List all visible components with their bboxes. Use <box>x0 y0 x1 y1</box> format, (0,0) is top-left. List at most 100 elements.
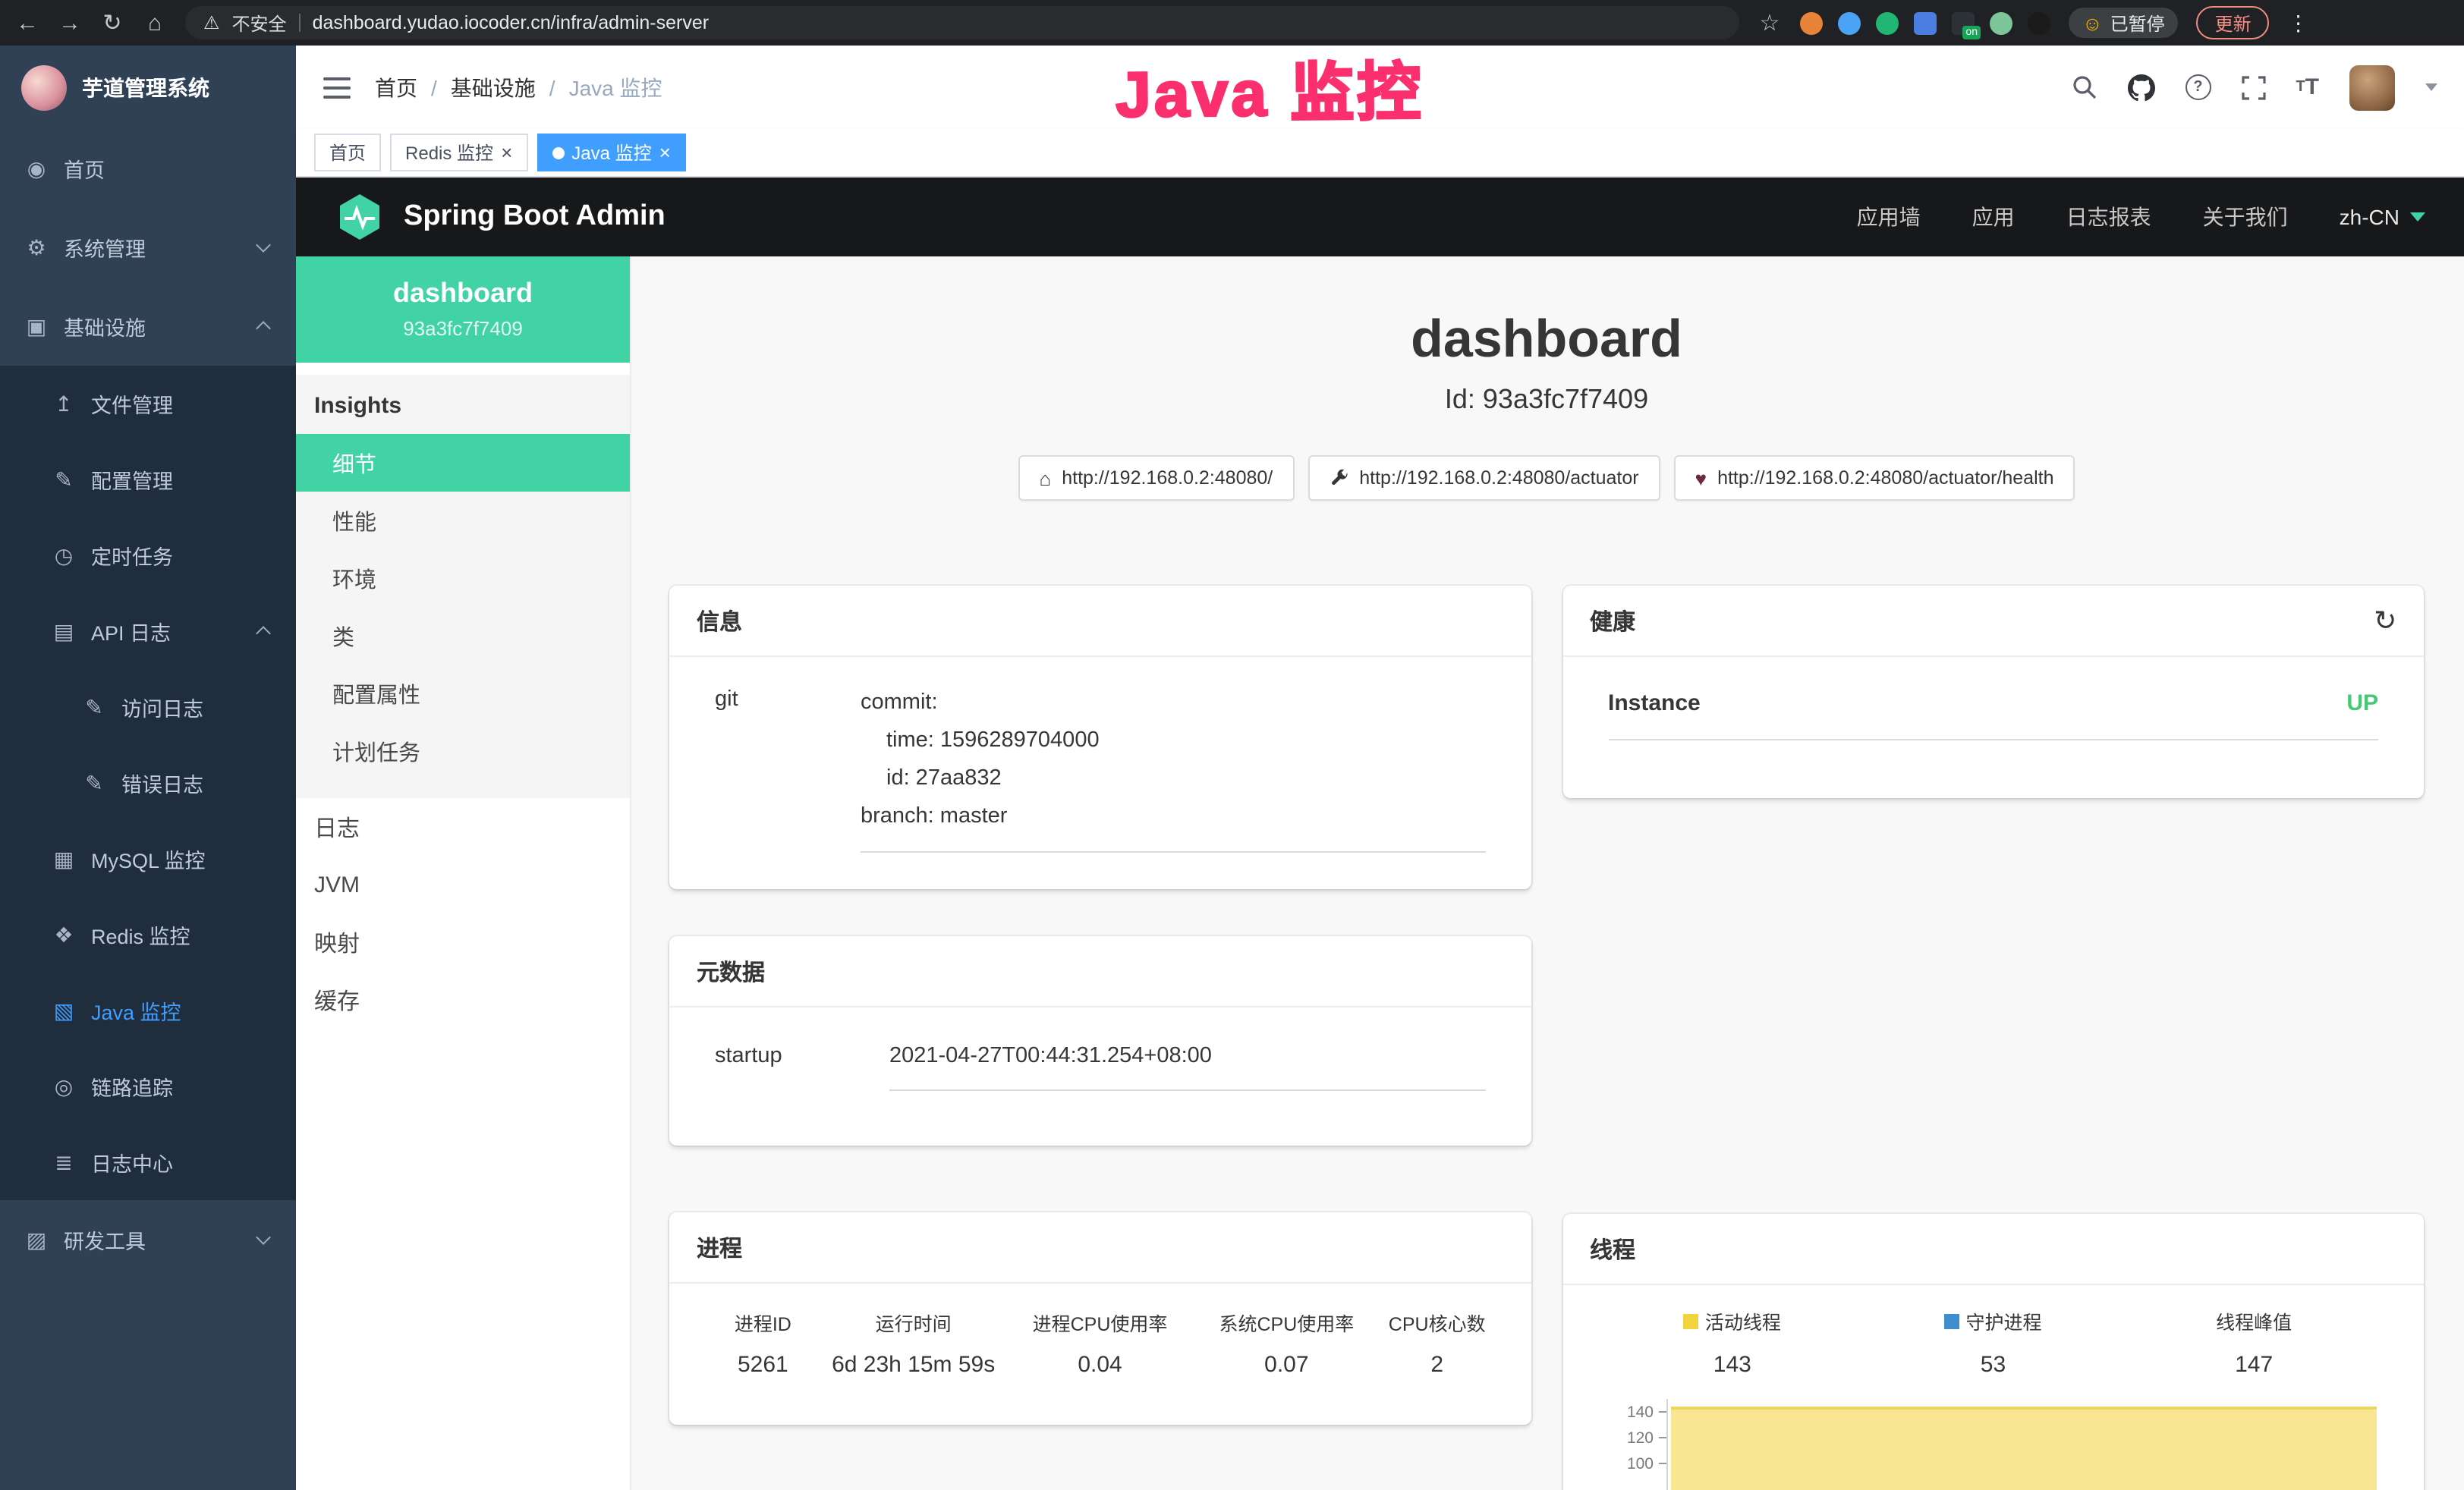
extension-icon[interactable] <box>1838 11 1861 34</box>
sba-nav-about[interactable]: 关于我们 <box>2203 202 2288 232</box>
sidebar-item-home[interactable]: ◉ 首页 <box>0 129 296 208</box>
breadcrumb-infra[interactable]: 基础设施 <box>451 72 536 102</box>
user-avatar[interactable] <box>2349 64 2395 110</box>
sba-menu-logs[interactable]: 日志 <box>296 798 630 856</box>
database-icon: ▦ <box>52 846 76 872</box>
annotation-java-monitor: Java 监控 <box>1115 41 1424 137</box>
close-icon[interactable]: × <box>501 143 512 162</box>
uptime-value: 6d 23h 15m 59s <box>829 1352 998 1378</box>
history-icon[interactable]: ↺ <box>2374 605 2396 637</box>
sba-menu-mappings[interactable]: 映射 <box>296 913 630 971</box>
close-icon[interactable]: × <box>659 143 671 162</box>
threads-card-title: 线程 <box>1590 1233 1635 1265</box>
live-threads-legend-icon <box>1684 1313 1699 1328</box>
health-url-button[interactable]: ♥ http://192.168.0.2:48080/actuator/heal… <box>1674 455 2075 501</box>
extension-icon[interactable]: on <box>1952 11 1975 34</box>
sba-menu-caches[interactable]: 缓存 <box>296 971 630 1029</box>
sidebar-item-access-log[interactable]: ✎ 访问日志 <box>0 669 296 745</box>
health-instance-label: Instance <box>1608 690 1701 716</box>
extension-icon[interactable] <box>1990 11 2012 34</box>
forward-icon[interactable]: → <box>58 10 82 36</box>
tab-redis[interactable]: Redis 监控 × <box>390 134 527 171</box>
sidebar-item-job[interactable]: ◷ 定时任务 <box>0 517 296 593</box>
sidebar-item-config[interactable]: ✎ 配置管理 <box>0 442 296 517</box>
sidebar-item-label: 首页 <box>64 153 105 184</box>
metadata-card: 元数据 startup 2021-04-27T00:44:31.254+08:0… <box>669 936 1531 1146</box>
sba-menu-details[interactable]: 细节 <box>296 434 630 492</box>
search-icon[interactable] <box>2071 74 2097 100</box>
reload-icon[interactable]: ↻ <box>100 9 124 36</box>
address-bar[interactable]: ⚠ 不安全 dashboard.yudao.iocoder.cn/infra/a… <box>185 6 1739 39</box>
process-col-header: CPU核心数 <box>1383 1308 1491 1337</box>
extension-icon[interactable] <box>1876 11 1899 34</box>
sba-menu-metrics[interactable]: 性能 <box>296 492 630 549</box>
paused-badge[interactable]: ☺ 已暂停 <box>2069 8 2179 38</box>
security-label[interactable]: 不安全 <box>232 10 287 36</box>
sidebar-item-logcenter[interactable]: ≣ 日志中心 <box>0 1124 296 1200</box>
chrome-menu-icon[interactable]: ⋮ <box>2288 10 2309 36</box>
y-tick-label: 120 <box>1627 1429 1654 1447</box>
sidebar-item-label: 文件管理 <box>91 388 173 419</box>
sba-nav-apps[interactable]: 应用 <box>1972 202 2015 232</box>
sidebar-item-system[interactable]: ⚙ 系统管理 <box>0 208 296 287</box>
sidebar-item-label: 错误日志 <box>121 768 203 798</box>
sba-language-select[interactable]: zh-CN <box>2340 205 2425 229</box>
tags-view: 首页 Redis 监控 × Java 监控 × <box>296 129 2464 178</box>
sidebar-item-file[interactable]: ↥ 文件管理 <box>0 366 296 442</box>
font-size-icon[interactable]: TT <box>2296 74 2319 100</box>
wrench-icon <box>1329 468 1348 488</box>
sba-instance-box[interactable]: dashboard 93a3fc7f7409 <box>296 256 630 363</box>
browser-chrome: ← → ↻ ⌂ ⚠ 不安全 dashboard.yudao.iocoder.cn… <box>0 0 2464 46</box>
help-icon[interactable]: ? <box>2185 74 2211 100</box>
sba-brand[interactable]: Spring Boot Admin <box>404 200 666 234</box>
sidebar-item-devtools[interactable]: ▨ 研发工具 <box>0 1200 296 1279</box>
threads-chart: 140 120 100 <box>1602 1399 2384 1490</box>
chevron-down-icon <box>256 1230 271 1245</box>
sidebar-item-trace[interactable]: ◎ 链路追踪 <box>0 1048 296 1124</box>
sba-menu-scheduledtasks[interactable]: 计划任务 <box>296 722 630 780</box>
info-card: 信息 git commit: time: 1596289704000 id: 2… <box>669 586 1531 889</box>
sba-menu-configprops[interactable]: 配置属性 <box>296 665 630 722</box>
live-threads-area-series <box>1670 1407 2377 1490</box>
service-url-button[interactable]: ⌂ http://192.168.0.2:48080/ <box>1018 455 1295 501</box>
breadcrumb-home[interactable]: 首页 <box>375 72 417 102</box>
back-icon[interactable]: ← <box>15 10 39 36</box>
instance-links: ⌂ http://192.168.0.2:48080/ http://192.1… <box>669 455 2424 501</box>
sba-nav-journal[interactable]: 日志报表 <box>2066 202 2151 232</box>
actuator-url-button[interactable]: http://192.168.0.2:48080/actuator <box>1308 455 1660 501</box>
daemon-threads-label: 守护进程 <box>1965 1306 2041 1335</box>
live-threads-value: 143 <box>1713 1352 1751 1378</box>
bookmark-star-icon[interactable]: ☆ <box>1758 9 1782 36</box>
cpu-cores-value: 2 <box>1383 1352 1491 1378</box>
extension-icon[interactable] <box>1800 11 1823 34</box>
sba-menu-jvm[interactable]: JVM <box>296 856 630 913</box>
sidebar-item-java[interactable]: ▧ Java 监控 <box>0 973 296 1048</box>
sba-menu-classes[interactable]: 类 <box>296 607 630 665</box>
hamburger-icon[interactable] <box>323 77 351 98</box>
github-icon[interactable] <box>2127 74 2154 101</box>
heart-icon: ♥ <box>1695 467 1707 489</box>
app-logo-row[interactable]: 芋道管理系统 <box>0 46 296 129</box>
extension-icon[interactable] <box>1914 11 1937 34</box>
tab-home[interactable]: 首页 <box>314 134 381 171</box>
sidebar-item-error-log[interactable]: ✎ 错误日志 <box>0 745 296 821</box>
sidebar-item-mysql[interactable]: ▦ MySQL 监控 <box>0 821 296 897</box>
fullscreen-icon[interactable] <box>2241 75 2265 99</box>
caret-down-icon[interactable] <box>2425 83 2437 91</box>
sidebar-item-infra[interactable]: ▣ 基础设施 <box>0 287 296 366</box>
breadcrumb-separator: / <box>431 75 437 99</box>
chevron-down-icon <box>256 237 271 253</box>
git-commit-id: id: 27aa832 <box>886 760 1485 798</box>
sidebar-item-label: API 日志 <box>91 616 171 646</box>
sidebar-item-api-log[interactable]: ▤ API 日志 <box>0 593 296 669</box>
sidebar-item-redis[interactable]: ❖ Redis 监控 <box>0 897 296 973</box>
sba-nav-wall[interactable]: 应用墙 <box>1857 202 1921 232</box>
active-dot <box>552 146 564 159</box>
sba-menu-env[interactable]: 环境 <box>296 549 630 607</box>
url-text[interactable]: dashboard.yudao.iocoder.cn/infra/admin-s… <box>313 12 710 33</box>
extension-icon[interactable] <box>2028 11 2050 34</box>
tab-java[interactable]: Java 监控 × <box>537 134 686 171</box>
chrome-update-button[interactable]: 更新 <box>2197 6 2270 39</box>
git-commit-label: commit: <box>861 684 1485 722</box>
home-icon[interactable]: ⌂ <box>143 10 167 36</box>
